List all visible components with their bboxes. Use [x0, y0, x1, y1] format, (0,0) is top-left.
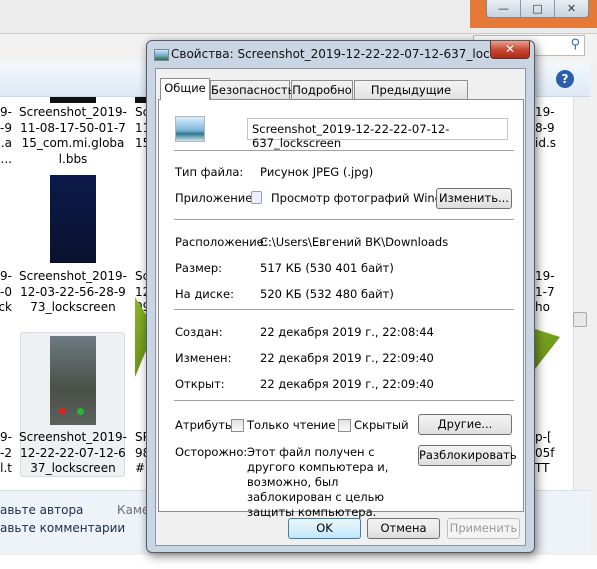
other-attributes-button[interactable]: Другие... [418, 414, 512, 435]
search-icon[interactable]: ⚲ [570, 37, 580, 52]
close-button[interactable]: ✕ [555, 0, 588, 17]
readonly-checkbox[interactable] [231, 419, 244, 432]
window-controls: — □ ✕ [486, 0, 589, 18]
size-label: Размер: [175, 261, 223, 275]
divider [174, 150, 514, 151]
cancel-button[interactable]: Отмена [367, 518, 440, 539]
location-value: C:\Users\Евгений ВК\Downloads [260, 235, 449, 249]
image-file-icon [154, 49, 169, 61]
vertical-scrollbar[interactable] [573, 97, 588, 490]
general-tab-panel: Screenshot_2019-12-22-22-07-12-637_locks… [158, 99, 524, 519]
dialog-body: Общие Безопасность Подробно Предыдущие в… [155, 68, 526, 546]
author-field[interactable]: авьте автора [0, 503, 83, 517]
file-label[interactable]: Screenshot_2019- 11-08-17-50-01-7 15_com… [18, 105, 128, 167]
unblock-button[interactable]: Разблокировать [418, 445, 517, 466]
file-label[interactable]: 19- 8-9 id.s [535, 105, 556, 152]
attributes-label: Атрибуты: [175, 418, 238, 432]
minimize-button[interactable]: — [487, 0, 521, 17]
file-label[interactable]: 9- -2 l.t [0, 430, 12, 477]
file-label[interactable]: 19- 1-7 ho [535, 269, 555, 316]
opened-label: Открыт: [175, 377, 225, 391]
disk-size-label: На диске: [175, 287, 234, 301]
tab-general[interactable]: Общие [160, 78, 210, 100]
file-label[interactable]: Screenshot_2019- 12-22-22-07-12-6 37_loc… [18, 430, 128, 477]
comments-field[interactable]: авьте комментарии [0, 521, 125, 535]
tab-details[interactable]: Подробно [291, 80, 353, 99]
modified-label: Изменен: [175, 351, 232, 365]
apply-button[interactable]: Применить [447, 518, 520, 539]
help-icon[interactable]: ? [556, 70, 574, 88]
camera-label: Каме [117, 503, 150, 517]
location-label: Расположение: [175, 235, 268, 249]
file-name-input[interactable]: Screenshot_2019-12-22-22-07-12-637_locks… [247, 118, 508, 150]
tab-previous-versions[interactable]: Предыдущие версии [354, 80, 468, 115]
thumbnail[interactable] [50, 336, 96, 425]
divider [174, 219, 514, 220]
scrollbar-thumb[interactable] [573, 312, 587, 327]
file-label[interactable]: 9- -9 .a l... [0, 105, 12, 167]
opened-value: 22 декабря 2019 г., 22:09:40 [260, 377, 434, 391]
photo-viewer-icon [251, 191, 262, 204]
file-label[interactable]: Screenshot_2019- 12-03-22-56-28-9 73_loc… [18, 269, 128, 316]
readonly-label[interactable]: Только чтение [247, 418, 335, 432]
thumbnail[interactable] [50, 97, 96, 103]
app-label: Приложение: [175, 191, 257, 205]
file-type-label: Тип файла: [175, 165, 244, 179]
file-label[interactable]: p-[ 05f TT [535, 430, 555, 477]
hidden-checkbox[interactable] [338, 419, 351, 432]
maximize-button[interactable]: □ [521, 0, 555, 17]
disk-size-value: 520 КБ (532 480 байт) [260, 287, 394, 301]
close-button[interactable]: ✕ [490, 41, 530, 59]
file-label[interactable]: 9- -0 ck [0, 269, 12, 316]
caution-label: Осторожно: [175, 445, 248, 459]
ok-button[interactable]: OK [288, 518, 361, 539]
tab-security[interactable]: Безопасность [210, 80, 294, 99]
created-label: Создан: [175, 325, 223, 339]
file-type-value: Рисунок JPEG (.jpg) [260, 165, 374, 179]
caution-text: Этот файл получен с другого компьютера и… [247, 445, 389, 519]
hidden-label[interactable]: Скрытый [354, 418, 409, 432]
properties-dialog: Свойства: Screenshot_2019-12-22-22-07-12… [146, 40, 535, 553]
divider [174, 400, 514, 401]
image-file-icon [175, 116, 205, 142]
modified-value: 22 декабря 2019 г., 22:09:40 [260, 351, 434, 365]
thumbnail[interactable] [50, 175, 96, 263]
dialog-title: Свойства: Screenshot_2019-12-22-22-07-12… [171, 47, 521, 61]
change-button[interactable]: Изменить... [436, 188, 512, 209]
divider [174, 309, 514, 310]
created-value: 22 декабря 2019 г., 22:08:44 [260, 325, 434, 339]
size-value: 517 КБ (530 401 байт) [260, 261, 394, 275]
